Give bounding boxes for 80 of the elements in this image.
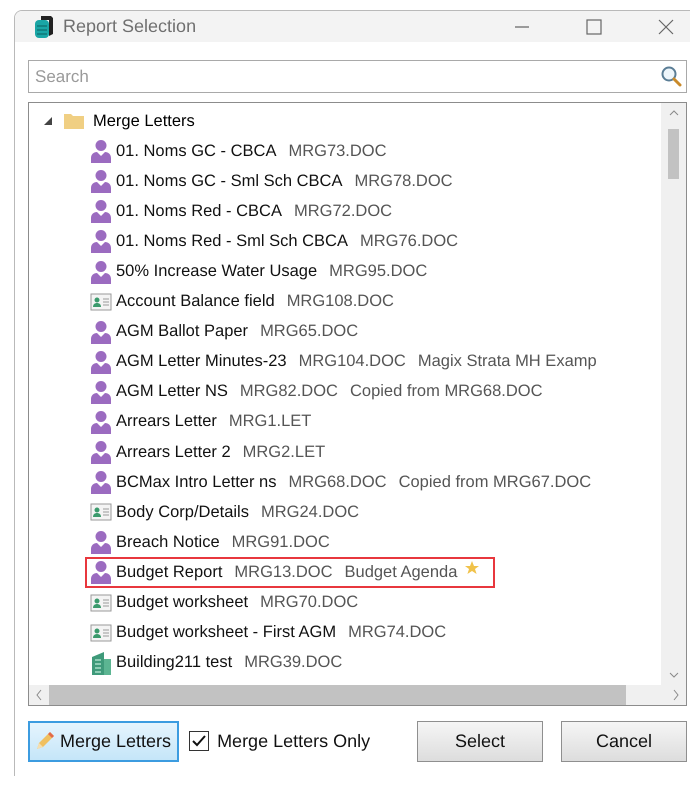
file-name: MRG2.LET <box>242 442 326 462</box>
contact-card-icon <box>90 292 112 312</box>
person-icon <box>90 350 112 374</box>
report-name[interactable]: Account Balance field <box>116 292 275 312</box>
report-note: Magix Strata MH Examp <box>418 352 597 372</box>
close-icon[interactable] <box>656 16 676 36</box>
search-field[interactable]: Search <box>28 60 687 93</box>
report-name[interactable]: 01. Noms Red - CBCA <box>116 202 282 221</box>
person-icon <box>90 169 112 194</box>
report-note: Copied from MRG67.DOC <box>398 472 592 492</box>
file-name: MRG13.DOC <box>234 562 333 582</box>
app-icon <box>33 14 55 40</box>
report-name[interactable]: Body Corp/Details <box>116 502 249 522</box>
person-icon <box>90 440 112 464</box>
report-name[interactable]: 50% Increase Water Usage <box>116 262 318 282</box>
report-name[interactable]: AGM Letter Minutes-23 <box>116 352 287 372</box>
scroll-down-icon[interactable] <box>668 671 678 679</box>
report-name[interactable]: 01. Noms Red - Sml Sch CBCA <box>116 232 348 251</box>
report-name[interactable]: Budget Report <box>116 562 222 582</box>
person-icon <box>90 260 112 284</box>
report-name[interactable]: AGM Letter NS <box>116 382 228 402</box>
file-name: MRG108.DOC <box>286 292 394 312</box>
caret-icon[interactable] <box>43 116 53 126</box>
select-button[interactable]: Select <box>417 720 543 762</box>
scroll-up-icon[interactable] <box>668 109 678 117</box>
vertical-scrollbar[interactable] <box>661 103 686 685</box>
report-name[interactable]: Arrears Letter 2 <box>116 442 231 462</box>
file-name: MRG73.DOC <box>288 142 387 161</box>
search-icon[interactable] <box>660 65 682 87</box>
building-icon <box>90 650 112 675</box>
report-name[interactable]: Arrears Letter <box>116 412 217 432</box>
checkbox-label[interactable]: Merge Letters Only <box>217 730 370 752</box>
report-name[interactable]: AGM Ballot Paper <box>116 322 248 342</box>
report-name[interactable]: 01. Noms GC - CBCA <box>116 142 276 161</box>
file-name: MRG74.DOC <box>348 623 446 642</box>
contact-card-icon <box>90 622 112 643</box>
person-icon <box>90 530 112 554</box>
report-name[interactable]: BCMax Intro Letter ns <box>116 472 276 492</box>
person-icon <box>90 229 112 254</box>
highlighted-tree-item[interactable]: Budget Report MRG13.DOC Budget Agenda <box>85 557 496 588</box>
person-icon <box>90 139 112 164</box>
file-name: MRG76.DOC <box>360 232 458 251</box>
contact-card-icon <box>90 592 112 613</box>
checkbox[interactable] <box>189 731 210 751</box>
person-icon <box>90 470 112 494</box>
contact-card-icon <box>90 502 112 522</box>
file-name: MRG104.DOC <box>298 352 406 372</box>
file-name: MRG65.DOC <box>260 322 358 342</box>
person-icon <box>90 560 112 584</box>
report-name[interactable]: Budget worksheet - First AGM <box>116 623 336 642</box>
folder-icon <box>63 112 85 130</box>
merge-letters-button[interactable]: Merge Letters <box>28 720 180 762</box>
person-icon <box>90 199 112 224</box>
file-name: MRG91.DOC <box>232 532 330 552</box>
report-name[interactable]: Building211 test <box>116 653 232 672</box>
file-name: MRG82.DOC <box>240 382 338 402</box>
file-name: MRG68.DOC <box>288 472 387 492</box>
file-name: MRG95.DOC <box>329 262 428 282</box>
maximize-icon[interactable] <box>584 16 604 36</box>
report-note: Copied from MRG68.DOC <box>350 382 543 402</box>
file-name: MRG24.DOC <box>260 502 360 522</box>
file-name: MRG70.DOC <box>260 593 358 612</box>
scroll-left-icon[interactable] <box>35 689 43 701</box>
window-title: Report Selection <box>63 16 196 37</box>
person-icon <box>90 410 112 434</box>
person-icon <box>90 320 112 344</box>
file-name: MRG1.LET <box>228 412 312 432</box>
report-name[interactable]: Breach Notice <box>116 532 220 552</box>
file-name: MRG39.DOC <box>244 653 342 672</box>
scroll-right-icon[interactable] <box>672 689 680 701</box>
scroll-thumb[interactable] <box>668 129 679 179</box>
file-name: MRG72.DOC <box>294 202 392 221</box>
pencil-icon <box>34 730 56 752</box>
person-icon <box>90 380 112 404</box>
report-name[interactable]: 01. Noms GC - Sml Sch CBCA <box>116 172 342 191</box>
report-name[interactable]: Budget worksheet <box>116 593 248 612</box>
folder-label[interactable]: Merge Letters <box>93 112 195 131</box>
report-note: Budget Agenda <box>344 562 458 582</box>
cancel-button[interactable]: Cancel <box>561 720 687 762</box>
file-name: MRG78.DOC <box>354 172 453 191</box>
